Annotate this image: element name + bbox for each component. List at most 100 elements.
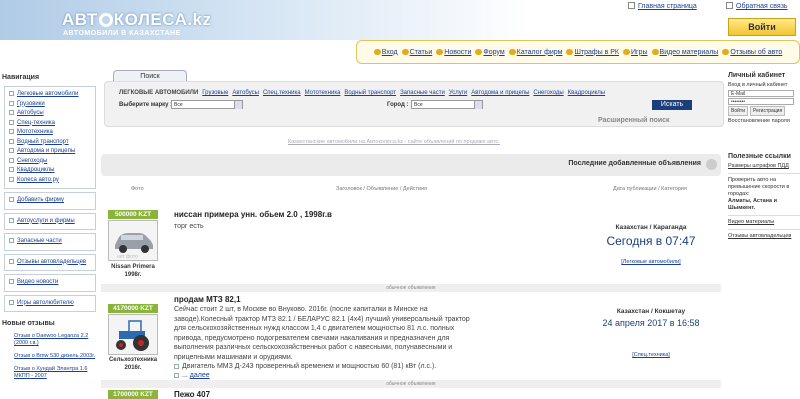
nav-item[interactable]: Мототехника: [9, 128, 91, 138]
topnav-games[interactable]: Игры: [631, 49, 648, 56]
password-field[interactable]: ••••••••: [728, 98, 794, 105]
find-button[interactable]: Искать: [652, 100, 692, 110]
feedback-link[interactable]: Обратная связь: [726, 2, 788, 10]
category-link[interactable]: Автодома и прицепы: [471, 90, 529, 96]
video-news-link[interactable]: Видео новости: [9, 278, 91, 288]
listing-title[interactable]: Пежо 407: [174, 390, 210, 399]
category-current[interactable]: ЛЕГКОВЫЕ АВТОМОБИЛИ: [119, 90, 198, 96]
caption-model: Nissan Primera: [111, 264, 155, 270]
topnav-item[interactable]: Статьи: [401, 48, 433, 56]
nav-item[interactable]: Автодома и прицепы: [9, 147, 91, 157]
category-link[interactable]: Спец.техника: [263, 90, 301, 96]
nav-item-label[interactable]: Колеса авто.ру: [17, 177, 59, 183]
topnav-reviews[interactable]: Отзывы об авто: [730, 49, 782, 56]
advanced-search-link[interactable]: Расширенный поиск: [598, 117, 670, 124]
topnav-item[interactable]: Каталог фирм: [508, 48, 563, 56]
review-item[interactable]: Отзыв о Daewoo Leganza 2.2 (2000 г.в.): [14, 333, 96, 347]
category-link[interactable]: Автобусы: [232, 90, 259, 96]
add-firm-link[interactable]: Добавить фирму: [9, 196, 91, 206]
games-label[interactable]: Игры автолюбителю: [17, 300, 74, 306]
column-headers: Фото Заголовок / Объявление / Действия Д…: [101, 186, 721, 194]
login-button[interactable]: Войти: [728, 18, 796, 36]
city-select[interactable]: Все: [411, 100, 483, 109]
tractor-photo[interactable]: [108, 314, 158, 355]
nav-item-label[interactable]: Грузовики: [17, 101, 45, 107]
brand-select[interactable]: Все: [171, 100, 243, 109]
nav-item-label[interactable]: Автодома и прицепы: [17, 148, 75, 154]
review-item[interactable]: Отзыв о Хундай Элантра 1.6 МКПП - 2007: [14, 366, 96, 380]
category-link[interactable]: Запасные части: [400, 90, 445, 96]
topnav-news[interactable]: Новости: [444, 49, 471, 56]
video-news-label[interactable]: Видео новости: [17, 279, 58, 285]
listing-category[interactable]: [Легковые автомобили]: [581, 259, 721, 265]
topnav-item[interactable]: Штрафы в РК: [566, 48, 619, 56]
cabinet-login-button[interactable]: Войти: [728, 106, 748, 116]
category-link[interactable]: Мототехника: [305, 90, 341, 96]
topnav-forum[interactable]: Форум: [483, 49, 504, 56]
car-photo[interactable]: нет фото: [108, 220, 158, 261]
games-link[interactable]: Игры автолюбителю: [9, 299, 91, 309]
topnav-video[interactable]: Видео материалы: [660, 49, 719, 56]
home-link-label[interactable]: Главная страница: [638, 3, 697, 10]
register-button[interactable]: Регистрация: [749, 106, 786, 116]
mail-icon: [726, 2, 733, 9]
spare-parts-link[interactable]: Запасные части: [9, 237, 91, 247]
car-image: нет фото: [109, 221, 157, 260]
listing-category[interactable]: [Спец.техника]: [581, 352, 721, 358]
owner-reviews-link[interactable]: Отзывы автовладельцев: [9, 258, 91, 268]
topnav-login[interactable]: Вход: [382, 49, 398, 56]
brand-label: Выберите марку :: [119, 102, 173, 108]
topnav-fines[interactable]: Штрафы в РК: [574, 49, 619, 56]
owner-reviews-link-right[interactable]: Отзывы автовладельцев: [728, 233, 800, 240]
topnav-item[interactable]: Новости: [436, 48, 471, 56]
listing-title[interactable]: продам МТЗ 82,1: [174, 295, 241, 304]
email-field[interactable]: E-Mail: [728, 90, 794, 97]
topnav-catalog[interactable]: Каталог фирм: [517, 49, 563, 56]
nav-item[interactable]: Снегоходы: [9, 157, 91, 167]
nav-item[interactable]: Грузовики: [9, 100, 91, 110]
review-item[interactable]: Отзыв о Bmw 530 дизель 2003г.: [14, 353, 96, 360]
nav-item-label[interactable]: Автобусы: [17, 110, 44, 116]
site-logo[interactable]: АВТ КОЛЕСА.kz: [62, 10, 212, 30]
nav-item[interactable]: Квадроциклы: [9, 166, 91, 176]
nav-item[interactable]: Колеса авто.ру: [9, 176, 91, 186]
logo-part2: КОЛЕСА.kz: [113, 10, 212, 29]
nav-item-label[interactable]: Легковые автомобили: [17, 91, 79, 97]
fines-link[interactable]: Размеры штрафов ПДД: [728, 163, 800, 170]
nav-item[interactable]: Спец-техника: [9, 119, 91, 129]
nav-item-label[interactable]: Спец-техника: [17, 120, 55, 126]
nav-item[interactable]: Автобусы: [9, 109, 91, 119]
nav-item-label[interactable]: Снегоходы: [17, 158, 47, 164]
listing-title[interactable]: ниссан примера унн. обьем 2.0 , 1998г.в: [174, 210, 332, 219]
nav-item-label[interactable]: Мототехника: [17, 129, 53, 135]
topnav-item[interactable]: Отзывы об авто: [722, 48, 782, 56]
nav-item-label[interactable]: Водный транспорт: [17, 139, 69, 145]
add-firm-label[interactable]: Добавить фирму: [17, 197, 64, 203]
category-link[interactable]: Грузовые: [202, 90, 228, 96]
recover-password-link[interactable]: Восстановление пароля: [728, 118, 800, 125]
category-link[interactable]: Услуги: [449, 90, 467, 96]
feedback-link-label[interactable]: Обратная связь: [736, 3, 788, 10]
arrow-icon[interactable]: [706, 159, 717, 170]
category-link[interactable]: Водный транспорт: [344, 90, 396, 96]
topnav-articles[interactable]: Статьи: [410, 49, 433, 56]
topnav-item[interactable]: Видео материалы: [651, 48, 719, 56]
listing-separator: обычное объявление: [101, 380, 721, 388]
spare-parts-label[interactable]: Запасные части: [17, 238, 62, 244]
category-link[interactable]: Квадроциклы: [568, 90, 605, 96]
topnav-item[interactable]: Игры: [623, 48, 648, 56]
nav-item[interactable]: Легковые автомобили: [9, 90, 91, 100]
home-link[interactable]: Главная страница: [628, 2, 697, 10]
topnav-item[interactable]: Форум: [475, 48, 505, 56]
nav-item-label[interactable]: Квадроциклы: [17, 167, 54, 173]
owner-reviews-label[interactable]: Отзывы автовладельцев: [17, 259, 86, 265]
topnav-item[interactable]: Вход: [373, 48, 398, 56]
more-link[interactable]: далее: [190, 372, 210, 379]
services-link[interactable]: Автоуслуги и фирмы: [9, 217, 91, 227]
info-line[interactable]: Казахстанские автомобили на Автоколеса.k…: [288, 139, 500, 145]
services-label[interactable]: Автоуслуги и фирмы: [17, 218, 75, 224]
category-link[interactable]: Снегоходы: [533, 90, 563, 96]
nav-item[interactable]: Водный транспорт: [9, 138, 91, 148]
checkbox-icon: [174, 373, 179, 378]
video-link[interactable]: Видео материалы: [728, 219, 800, 226]
